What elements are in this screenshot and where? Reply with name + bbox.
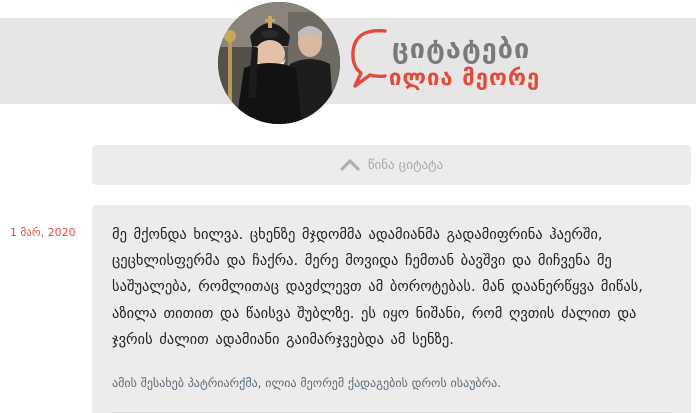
previous-quote-button[interactable]: წინა ციტატა <box>92 145 691 185</box>
quote-date: 1 მარ, 2020 <box>10 226 76 239</box>
avatar[interactable] <box>218 2 340 124</box>
quote-card: მე მქონდა ხილვა. ცხენზე მჯდომმა ადამიანმ… <box>92 205 691 413</box>
previous-quote-label: წინა ციტატა <box>367 157 444 173</box>
portrait-photo <box>218 2 340 124</box>
speech-bubble-icon <box>351 28 387 88</box>
brand-subtitle: ილია მეორე <box>389 66 541 91</box>
brand-title: ციტატები <box>392 34 531 65</box>
chevron-up-icon <box>340 159 360 171</box>
quote-text: მე მქონდა ხილვა. ცხენზე მჯდომმა ადამიანმ… <box>112 227 643 348</box>
quote-note: ამის შესახებ პატრიარქმა, ილია მეორემ ქად… <box>112 376 502 390</box>
brand-logo[interactable]: ციტატები ილია მეორე <box>345 26 575 96</box>
